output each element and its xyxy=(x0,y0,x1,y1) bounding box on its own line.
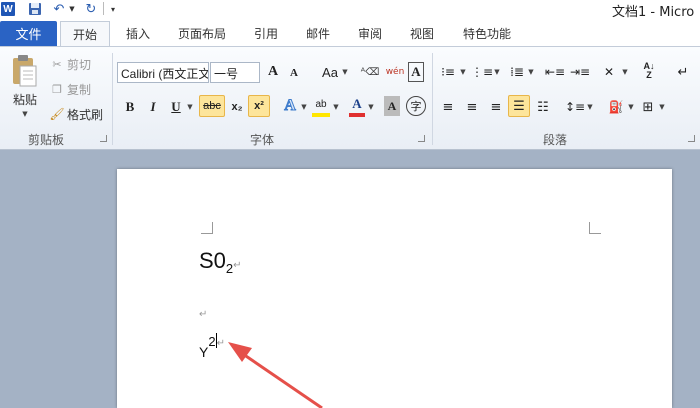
copy-button[interactable]: 复制 xyxy=(67,81,91,97)
sort-icon[interactable]: A↓ Z xyxy=(640,60,658,82)
ribbon-home: 粘贴 ▼ ✂ 剪切 ❐ 复制 🖌 格式刷 剪贴板 Calibri (西文正文) … xyxy=(0,46,700,150)
cut-icon[interactable]: ✂ xyxy=(50,56,64,72)
text-effects-icon[interactable]: A xyxy=(281,95,299,117)
title-bar: W ↶ ▼ ↻ ▾ 文档1 - Micro xyxy=(0,0,700,20)
numbering-dropdown-icon[interactable]: ▼ xyxy=(493,62,501,82)
copy-icon[interactable]: ❐ xyxy=(50,81,64,97)
tab-view[interactable]: 视图 xyxy=(402,21,442,46)
paste-button[interactable]: 粘贴 xyxy=(10,91,40,107)
font-size-select[interactable]: 一号 xyxy=(210,62,260,83)
decrease-indent-icon[interactable]: ⇤≡ xyxy=(545,62,565,82)
pinyin-guide-icon[interactable]: wén xyxy=(384,61,406,83)
clipboard-launcher-icon[interactable] xyxy=(100,135,107,142)
group-separator xyxy=(432,53,433,145)
justify-icon[interactable]: ☰ xyxy=(508,95,530,117)
align-center-icon[interactable]: ≡ xyxy=(462,97,482,117)
paragraph-mark: ↵ xyxy=(233,260,242,271)
underline-icon[interactable]: U xyxy=(168,97,184,117)
paste-icon[interactable] xyxy=(8,53,42,89)
bold-icon[interactable]: B xyxy=(122,97,138,117)
subscript-icon[interactable]: x₂ xyxy=(228,97,246,117)
paragraph-mark: ↵ xyxy=(199,309,208,320)
multilevel-dropdown-icon[interactable]: ▼ xyxy=(527,62,535,82)
tab-home[interactable]: 开始 xyxy=(60,21,110,46)
format-painter-button[interactable]: 格式刷 xyxy=(67,106,103,122)
underline-dropdown-icon[interactable]: ▼ xyxy=(186,97,194,117)
tab-mailings[interactable]: 邮件 xyxy=(298,21,338,46)
format-painter-icon[interactable]: 🖌 xyxy=(49,106,64,122)
tab-featured[interactable]: 特色功能 xyxy=(455,21,519,46)
document-line-y2[interactable]: Y2↵ xyxy=(199,333,225,360)
undo-icon[interactable]: ↶ xyxy=(52,1,66,17)
font-group-label: 字体 xyxy=(250,133,275,147)
bullets-dropdown-icon[interactable]: ▼ xyxy=(459,62,467,82)
grow-font-icon[interactable]: A xyxy=(265,62,281,82)
document-line-so2[interactable]: S02↵ xyxy=(199,248,242,276)
increase-indent-icon[interactable]: ⇥≡ xyxy=(570,62,590,82)
change-case-dropdown-icon[interactable]: ▼ xyxy=(341,62,349,82)
shading-icon[interactable]: ⛽ xyxy=(606,97,626,117)
show-marks-icon[interactable]: ↵ xyxy=(675,62,691,82)
borders-dropdown-icon[interactable]: ▼ xyxy=(658,97,666,117)
bullets-icon[interactable]: ⁝≡ xyxy=(438,62,458,82)
highlight-dropdown-icon[interactable]: ▼ xyxy=(332,97,340,117)
highlight-color-icon[interactable]: ab xyxy=(312,95,330,117)
quick-access-separator xyxy=(103,2,104,15)
text-effects-dropdown-icon[interactable]: ▼ xyxy=(300,97,308,117)
chinese-layout-icon[interactable]: ✕ xyxy=(598,62,620,82)
line3-base-text: Y xyxy=(199,344,209,360)
numbering-icon[interactable]: ⋮≡ xyxy=(471,62,493,82)
paste-dropdown-icon[interactable]: ▼ xyxy=(20,109,30,119)
paragraph-mark: ↵ xyxy=(216,338,225,349)
paragraph-launcher-icon[interactable] xyxy=(688,135,695,142)
change-case-icon[interactable]: Aa xyxy=(319,62,341,82)
font-color-dropdown-icon[interactable]: ▼ xyxy=(367,97,375,117)
superscript-icon[interactable]: x² xyxy=(248,95,270,117)
undo-dropdown-icon[interactable]: ▼ xyxy=(68,1,76,17)
char-shading-icon[interactable]: A xyxy=(384,96,400,116)
clear-format-icon[interactable]: ᴬ⌫ xyxy=(360,62,380,82)
save-icon[interactable] xyxy=(28,1,42,17)
align-left-icon[interactable]: ≡ xyxy=(438,97,458,117)
enclose-char-icon[interactable]: 字 xyxy=(406,96,426,116)
customize-quick-access-icon[interactable]: ▾ xyxy=(108,1,118,17)
strikethrough-icon[interactable]: abc xyxy=(199,95,225,117)
shrink-font-icon[interactable]: A xyxy=(287,64,301,82)
line1-base-text: S0 xyxy=(199,248,226,273)
font-launcher-icon[interactable] xyxy=(418,135,425,142)
multilevel-list-icon[interactable]: ⁞≣ xyxy=(507,62,527,82)
font-name-select[interactable]: Calibri (西文正文) xyxy=(117,62,209,83)
char-border-icon[interactable]: A xyxy=(408,62,424,82)
document-page[interactable] xyxy=(117,169,672,408)
font-color-icon[interactable]: A xyxy=(349,95,365,117)
tab-file[interactable]: 文件 xyxy=(0,21,57,46)
chinese-layout-dropdown-icon[interactable]: ▼ xyxy=(621,62,629,82)
repeat-icon[interactable]: ↻ xyxy=(84,1,98,17)
line-spacing-dropdown-icon[interactable]: ▼ xyxy=(586,97,594,117)
group-separator xyxy=(112,53,113,145)
crop-mark-left xyxy=(201,222,213,234)
align-right-icon[interactable]: ≡ xyxy=(486,97,506,117)
distributed-icon[interactable]: ☷ xyxy=(533,97,553,117)
word-app-icon[interactable]: W xyxy=(1,2,15,16)
cut-button[interactable]: 剪切 xyxy=(67,56,91,72)
tab-page-layout[interactable]: 页面布局 xyxy=(172,21,232,46)
clipboard-group-label: 剪贴板 xyxy=(28,133,65,147)
crop-mark-right xyxy=(589,222,601,234)
borders-icon[interactable]: ⊞ xyxy=(639,97,657,117)
line3-superscript: 2 xyxy=(208,334,216,349)
ribbon-tabs: 文件 开始 插入 页面布局 引用 邮件 审阅 视图 特色功能 xyxy=(0,18,700,46)
shading-dropdown-icon[interactable]: ▼ xyxy=(627,97,635,117)
tab-references[interactable]: 引用 xyxy=(246,21,286,46)
tab-insert[interactable]: 插入 xyxy=(118,21,158,46)
line-spacing-icon[interactable]: ↕≡ xyxy=(565,97,585,117)
line1-subscript: 2 xyxy=(225,261,234,276)
paragraph-group-label: 段落 xyxy=(543,133,568,147)
tab-review[interactable]: 审阅 xyxy=(350,21,390,46)
document-empty-line[interactable]: ↵ xyxy=(199,302,207,321)
italic-icon[interactable]: I xyxy=(145,97,161,117)
